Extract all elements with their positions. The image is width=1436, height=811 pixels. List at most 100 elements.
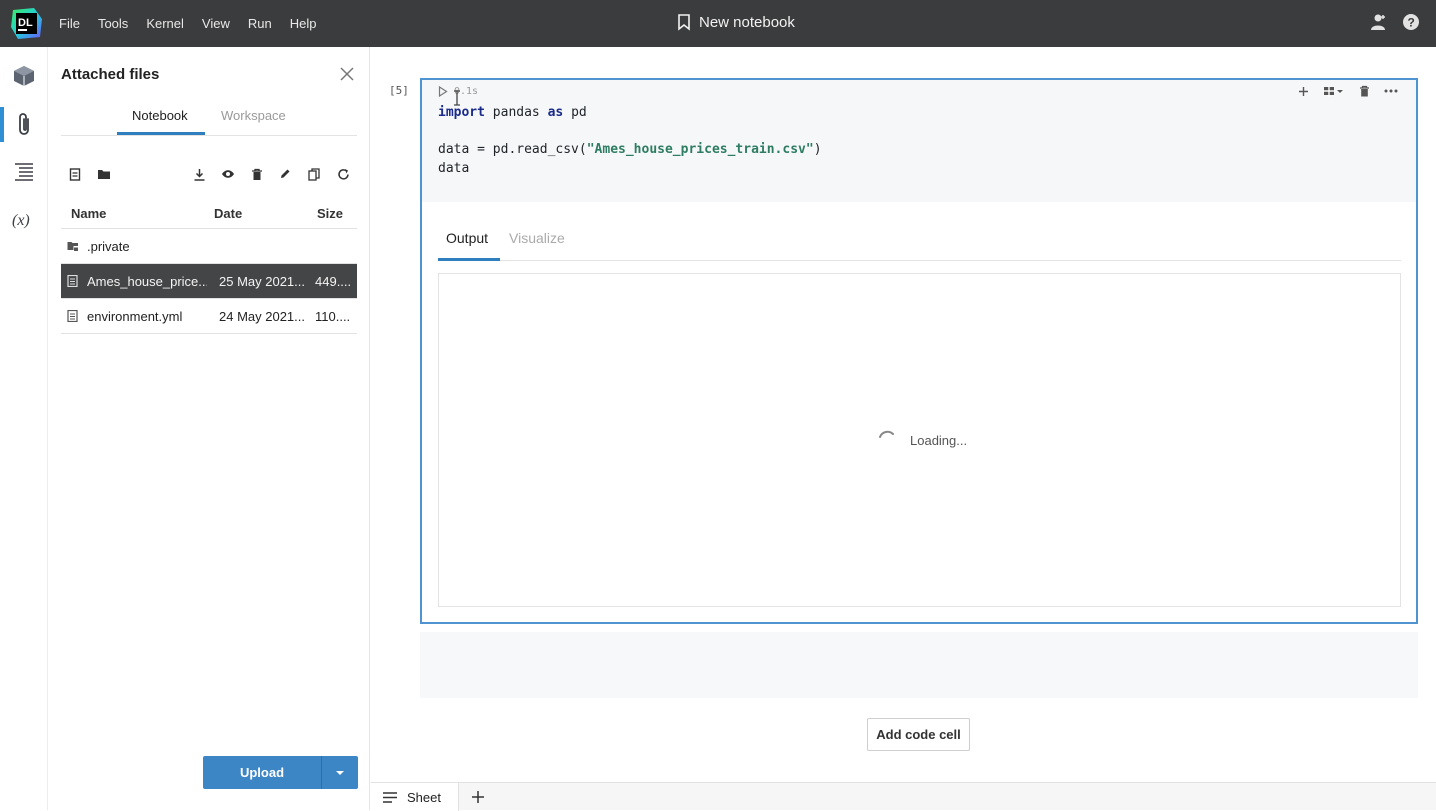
menu-item-run[interactable]: Run xyxy=(248,16,272,31)
menu-item-kernel[interactable]: Kernel xyxy=(146,16,184,31)
datalore-logo[interactable]: DL xyxy=(10,7,43,40)
folder-icon xyxy=(98,170,110,179)
file-name: .private xyxy=(87,239,130,254)
rail-item-workspace[interactable] xyxy=(0,59,48,93)
file-name: environment.yml xyxy=(87,309,183,324)
file-row-ames[interactable]: Ames_house_price... 25 May 2021... 449..… xyxy=(61,264,357,299)
outline-list-icon xyxy=(15,163,33,181)
output-area: Loading... xyxy=(438,273,1401,607)
bookmark-icon xyxy=(678,14,690,31)
copy-icon xyxy=(308,167,320,181)
menu-item-help[interactable]: Help xyxy=(290,16,317,31)
sheet-tab-label: Sheet xyxy=(407,789,441,805)
tab-output[interactable]: Output xyxy=(446,230,488,246)
trash-icon xyxy=(252,168,262,180)
column-date[interactable]: Date xyxy=(214,206,242,221)
rail-item-variables[interactable]: (x) xyxy=(0,203,48,237)
loading-indicator: Loading... xyxy=(876,429,967,451)
more-options-icon[interactable] xyxy=(1384,89,1398,93)
plus-icon xyxy=(472,791,484,803)
code-token: data xyxy=(438,160,470,176)
refresh-button[interactable] xyxy=(335,166,351,182)
rename-button[interactable] xyxy=(277,166,293,182)
menu-item-file[interactable]: File xyxy=(59,16,80,31)
loading-text: Loading... xyxy=(910,432,968,448)
code-token: pandas xyxy=(484,105,548,120)
add-code-cell-button[interactable]: Add code cell xyxy=(867,718,970,751)
output-tab-underline xyxy=(438,258,500,261)
eye-icon xyxy=(222,170,234,178)
files-table-header: Name Date Size xyxy=(61,197,357,229)
new-folder-button[interactable] xyxy=(96,166,112,182)
code-line: data = pd.read_csv("Ames_house_prices_tr… xyxy=(438,141,822,160)
tab-visualize[interactable]: Visualize xyxy=(509,230,565,246)
share-user-icon[interactable] xyxy=(1370,13,1388,31)
notebook-title-text: New notebook xyxy=(699,14,795,31)
spinner-icon xyxy=(879,430,894,438)
help-icon[interactable]: ? xyxy=(1402,13,1420,31)
preview-button[interactable] xyxy=(220,166,236,182)
left-icon-rail: (x) xyxy=(0,47,48,810)
svg-text:?: ? xyxy=(1408,16,1415,30)
menu-item-tools[interactable]: Tools xyxy=(98,16,128,31)
rail-item-outline[interactable] xyxy=(0,155,48,189)
svg-text:(x): (x) xyxy=(12,212,30,229)
add-cell-icon[interactable] xyxy=(1298,86,1309,97)
sheet-bar: Sheet xyxy=(371,782,1436,811)
code-editor[interactable]: 0.1s import pandas as pd data = pd.read_… xyxy=(422,80,1416,202)
top-right-actions: ? xyxy=(1370,13,1420,31)
pencil-icon xyxy=(281,169,290,178)
column-size[interactable]: Size xyxy=(317,206,343,221)
refresh-icon xyxy=(337,168,349,180)
panel-title: Attached files xyxy=(61,66,160,83)
code-keyword: as xyxy=(547,105,564,120)
rail-item-attached-files[interactable] xyxy=(0,108,48,142)
logo-text: DL xyxy=(18,17,33,29)
column-name[interactable]: Name xyxy=(71,206,106,221)
files-table: Name Date Size .private Ames_house_price… xyxy=(61,197,357,334)
main-menu: File Tools Kernel View Run Help xyxy=(59,0,334,47)
file-size: 110.... xyxy=(315,309,351,324)
file-icon xyxy=(67,275,78,287)
upload-button[interactable]: Upload xyxy=(203,756,322,789)
code-text: import pandas as pd data = pd.read_csv("… xyxy=(438,104,822,178)
private-folder-icon xyxy=(67,242,79,251)
output-tabs: Output Visualize xyxy=(438,221,1401,261)
top-bar: DL File Tools Kernel View Run Help New notebo… xyxy=(0,0,1436,47)
code-string: "Ames_house_prices_train.csv" xyxy=(586,142,814,157)
run-cell-icon[interactable] xyxy=(438,86,448,97)
copy-button[interactable] xyxy=(306,166,322,182)
delete-cell-icon[interactable] xyxy=(1359,85,1370,97)
menu-item-view[interactable]: View xyxy=(202,16,230,31)
insert-cell-menu-icon[interactable] xyxy=(1323,85,1345,97)
new-file-button[interactable] xyxy=(67,166,83,182)
tab-workspace[interactable]: Workspace xyxy=(221,108,286,123)
file-row-environment[interactable]: environment.yml 24 May 2021... 110.... xyxy=(61,299,357,334)
code-cell[interactable]: 0.1s import pandas as pd data = pd.read_… xyxy=(420,78,1418,624)
code-token: ) xyxy=(813,142,822,157)
add-sheet-button[interactable] xyxy=(469,788,487,806)
close-panel-button[interactable] xyxy=(340,67,354,86)
execution-count: [5] xyxy=(389,84,409,97)
upload-options-button[interactable] xyxy=(322,756,358,789)
sheet-tab[interactable]: Sheet xyxy=(371,783,459,811)
tab-notebook[interactable]: Notebook xyxy=(132,108,188,123)
new-file-icon xyxy=(69,167,81,181)
text-cursor-icon xyxy=(454,90,460,106)
paperclip-icon xyxy=(19,113,29,135)
files-tabs: Notebook Workspace xyxy=(61,99,357,136)
code-line: import pandas as pd xyxy=(438,104,822,123)
sheet-list-icon xyxy=(383,791,397,803)
notebook-area: [5] 0.1s import pandas as pd data = pd.r… xyxy=(371,47,1436,782)
cell-toolbar xyxy=(1298,85,1398,97)
file-size: 449.... xyxy=(315,274,352,289)
download-button[interactable] xyxy=(191,166,207,182)
cube-icon xyxy=(14,66,34,86)
caret-down-icon xyxy=(336,770,344,775)
notebook-title[interactable]: New notebook xyxy=(677,14,795,31)
variables-icon: (x) xyxy=(12,212,30,229)
file-row-private[interactable]: .private xyxy=(61,229,357,264)
delete-file-button[interactable] xyxy=(249,166,265,182)
empty-cell-placeholder[interactable] xyxy=(420,632,1418,698)
files-toolbar xyxy=(61,164,357,184)
